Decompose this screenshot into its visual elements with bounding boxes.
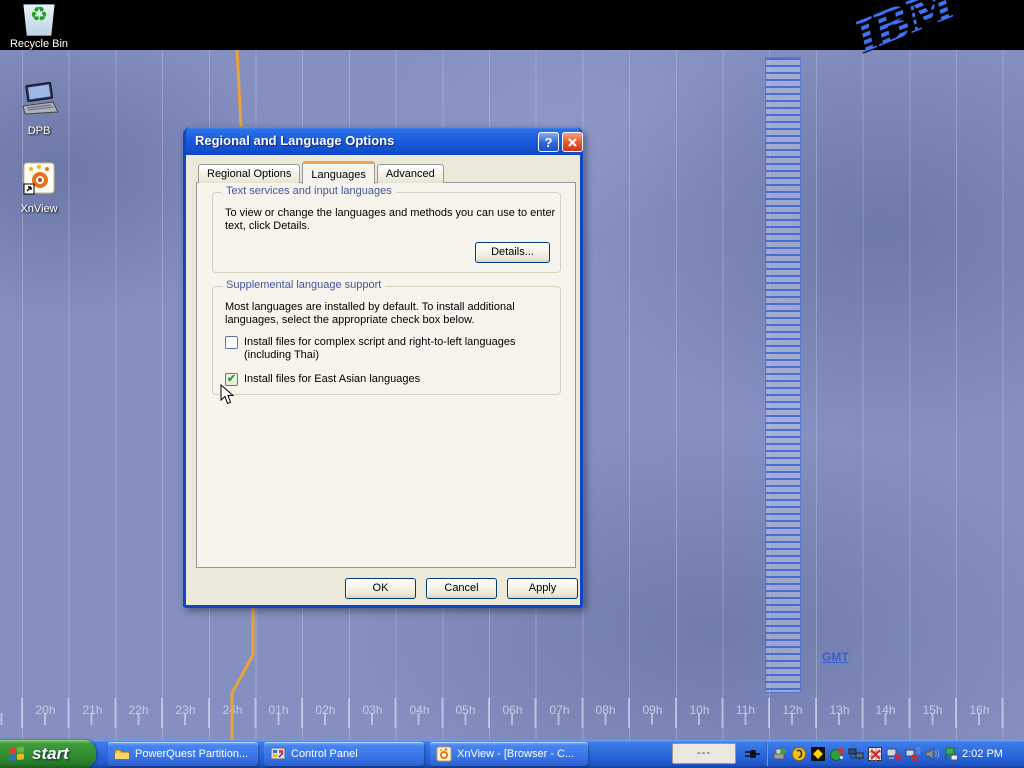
dialog-title: Regional and Language Options [195, 127, 394, 155]
desktop-icon-label: XnView [2, 203, 76, 215]
network-status-icon[interactable] [829, 746, 845, 762]
apply-button[interactable]: Apply [507, 578, 578, 599]
start-button[interactable]: start [0, 740, 96, 768]
tray-separator [766, 742, 768, 766]
checkbox-label[interactable]: Install files for East Asian languages [244, 373, 562, 386]
close-icon [567, 137, 578, 148]
taskbar-item-label: XnView - [Browser - C... [457, 748, 574, 760]
language-flag-icon[interactable] [943, 746, 959, 762]
ok-button[interactable]: OK [345, 578, 416, 599]
battery-meter-deskband[interactable]: --- [672, 743, 736, 764]
complex-script-checkbox[interactable] [225, 336, 238, 349]
taskbar-item-xnview[interactable]: XnView - [Browser - C... [430, 742, 588, 766]
desktop-icon-recycle-bin[interactable]: ♻ Recycle Bin [2, 4, 76, 50]
system-tray [772, 746, 962, 762]
desktop-icon-dpb[interactable]: DPB [2, 82, 76, 137]
regional-language-options-dialog: Regional and Language Options ? Regional… [183, 127, 583, 608]
supplemental-description: Most languages are installed by default.… [225, 301, 557, 327]
desktop-icon-xnview[interactable]: XnView [2, 160, 76, 215]
taskbar: start PowerQuest Partition... [0, 740, 1024, 768]
laptop-icon [17, 82, 61, 118]
tab-advanced[interactable]: Advanced [377, 164, 444, 183]
languages-tab-panel: Text services and input languages To vie… [196, 182, 576, 568]
volume-mixer-muted-icon[interactable] [867, 746, 883, 762]
close-button[interactable] [562, 132, 583, 152]
dialog-tabstrip: Regional Options Languages Advanced [198, 161, 446, 183]
windows-flag-icon [8, 746, 26, 762]
text-services-groupbox: Text services and input languages To vie… [212, 192, 561, 273]
groupbox-legend: Text services and input languages [222, 185, 396, 197]
wireless-disconnected-icon[interactable] [905, 746, 921, 762]
checkbox-label[interactable]: Install files for complex script and rig… [244, 336, 562, 362]
taskbar-item-control-panel[interactable]: Control Panel [264, 742, 424, 766]
safely-remove-hardware-icon[interactable] [772, 746, 788, 762]
wallpaper-top-band: IBM [0, 0, 1024, 50]
desktop-icon-label: Recycle Bin [2, 38, 76, 50]
recycle-bin-icon: ♻ [22, 4, 56, 36]
taskbar-clock[interactable]: 2:02 PM [962, 740, 1003, 768]
folder-icon [114, 746, 130, 762]
desktop-icon-label: DPB [2, 125, 76, 137]
tab-languages[interactable]: Languages [302, 161, 374, 184]
lan-computers-icon[interactable] [848, 746, 864, 762]
groupbox-legend: Supplemental language support [222, 279, 385, 291]
taskbar-item-label: Control Panel [291, 748, 358, 760]
start-button-label: start [32, 744, 69, 764]
cancel-button[interactable]: Cancel [426, 578, 497, 599]
speaker-icon[interactable] [924, 746, 940, 762]
tab-regional-options[interactable]: Regional Options [198, 164, 300, 183]
east-asian-checkbox[interactable]: ✔ [225, 373, 238, 386]
details-button[interactable]: Details... [475, 242, 550, 263]
xnview-icon [21, 160, 57, 196]
desktop: GMT 20h 21h 22h 23h 24h 01h 02h 03h 04h … [0, 0, 1024, 768]
ac-power-plug-icon [742, 745, 762, 768]
supplemental-language-groupbox: Supplemental language support Most langu… [212, 286, 561, 395]
checkbox-row-complex-script: Install files for complex script and rig… [225, 336, 562, 362]
diamond-utility-icon[interactable] [810, 746, 826, 762]
taskbar-item-label: PowerQuest Partition... [135, 748, 248, 760]
dialog-titlebar[interactable]: Regional and Language Options ? [186, 127, 580, 155]
xnview-icon [436, 746, 452, 762]
gmt-label: GMT [822, 650, 849, 664]
timezone-ticks [0, 713, 1024, 725]
checkbox-row-east-asian: ✔ Install files for East Asian languages [225, 373, 562, 386]
control-panel-icon [270, 746, 286, 762]
help-button[interactable]: ? [538, 132, 559, 152]
gmt-meridian-band [766, 58, 800, 692]
text-services-description: To view or change the languages and meth… [225, 207, 557, 233]
antivirus-ball-icon[interactable] [791, 746, 807, 762]
taskbar-item-powerquest[interactable]: PowerQuest Partition... [108, 742, 258, 766]
network-disconnected-icon[interactable] [886, 746, 902, 762]
